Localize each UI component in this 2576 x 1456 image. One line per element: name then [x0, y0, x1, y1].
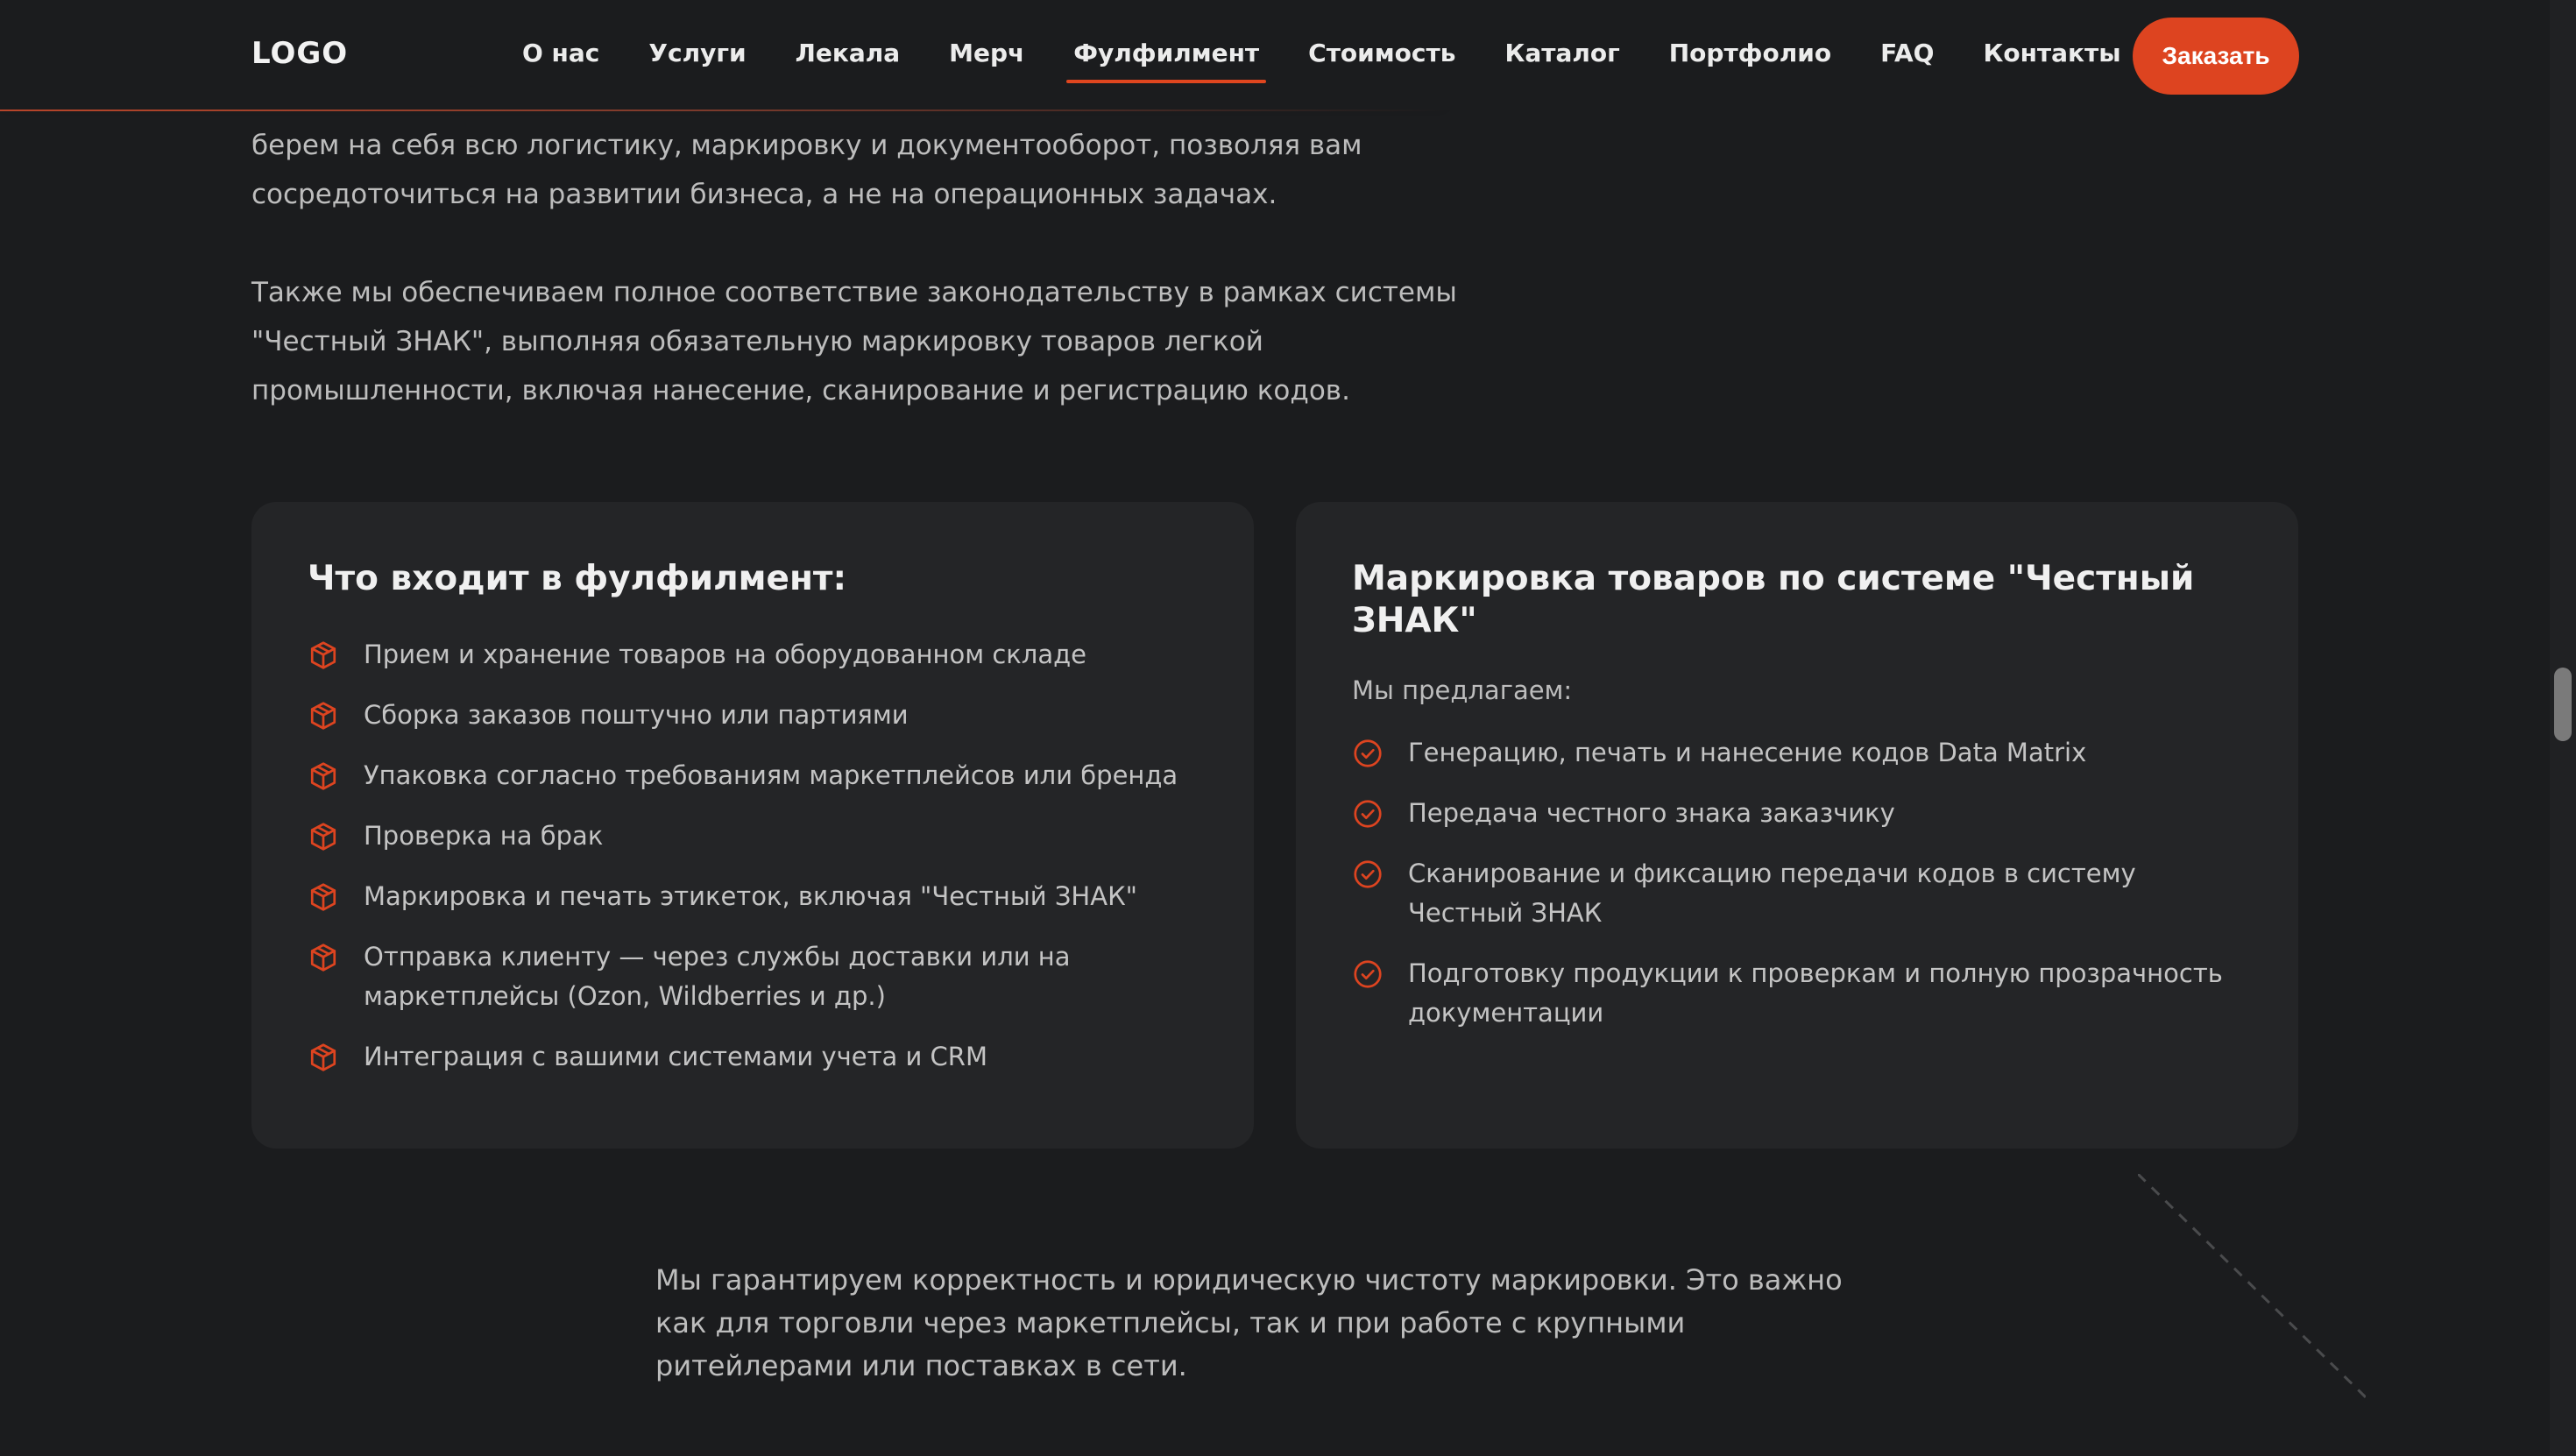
main-nav: О нас Услуги Лекала Мерч Фулфилмент Стои… [522, 39, 2170, 83]
list-item-text: Сборка заказов поштучно или партиями [364, 700, 909, 730]
order-button[interactable]: Заказать [2133, 18, 2299, 95]
check-circle-icon [1354, 860, 1382, 888]
list-item: Проверка на брак [308, 816, 1198, 856]
nav-item-merch[interactable]: Мерч [949, 39, 1024, 67]
list-item: Интеграция с вашими системами учета и CR… [308, 1037, 1198, 1077]
marking-list: Генерацию, печать и нанесение кодов Data… [1352, 733, 2242, 1033]
marking-card: Маркировка товаров по системе "Честный З… [1296, 502, 2298, 1149]
nav-item-about[interactable]: О нас [522, 39, 599, 67]
nav-item-patterns[interactable]: Лекала [796, 39, 901, 67]
check-circle-icon [1354, 739, 1382, 767]
fulfillment-list: Прием и хранение товаров на оборудованно… [308, 635, 1198, 1077]
marking-card-subtitle: Мы предлагаем: [1352, 675, 1573, 705]
list-item: Прием и хранение товаров на оборудованно… [308, 635, 1198, 675]
package-icon [310, 1043, 336, 1071]
list-item-text: Отправка клиенту — через службы доставки… [364, 942, 1071, 1011]
intro-paragraph-2: Также мы обеспечиваем полное соответстви… [251, 277, 1457, 406]
check-circle-icon [1354, 960, 1382, 988]
list-item-text: Прием и хранение товаров на оборудованно… [364, 640, 1086, 669]
list-item: Отправка клиенту — через службы доставки… [308, 937, 1198, 1016]
nav-item-catalog[interactable]: Каталог [1504, 39, 1619, 67]
list-item-text: Сканирование и фиксацию передачи кодов в… [1408, 859, 2136, 928]
nav-item-faq[interactable]: FAQ [1880, 39, 1934, 67]
list-item: Сканирование и фиксацию передачи кодов в… [1352, 854, 2242, 933]
nav-item-pricing[interactable]: Стоимость [1308, 39, 1455, 67]
nav-item-portfolio[interactable]: Портфолио [1669, 39, 1831, 67]
list-item-text: Передача честного знака заказчику [1408, 798, 1895, 828]
page-scrollbar[interactable] [2550, 0, 2576, 1456]
list-item: Передача честного знака заказчику [1352, 794, 2242, 833]
nav-item-services[interactable]: Услуги [648, 39, 746, 67]
list-item: Маркировка и печать этикеток, включая "Ч… [308, 877, 1198, 916]
list-item: Генерацию, печать и нанесение кодов Data… [1352, 733, 2242, 773]
list-item-text: Маркировка и печать этикеток, включая "Ч… [364, 881, 1137, 911]
marking-card-title: Маркировка товаров по системе "Честный З… [1352, 559, 2195, 640]
package-icon [310, 702, 336, 730]
decorative-dashed-line [2138, 1174, 2366, 1399]
list-item-text: Проверка на брак [364, 821, 604, 851]
package-icon [310, 641, 336, 669]
list-item-text: Генерацию, печать и нанесение кодов Data… [1408, 738, 2087, 767]
package-icon [310, 762, 336, 790]
header-divider [0, 110, 1446, 111]
list-item-text: Интеграция с вашими системами учета и CR… [364, 1042, 987, 1071]
fulfillment-card-title: Что входит в фулфилмент: [308, 559, 847, 598]
list-item-text: Подготовку продукции к проверкам и полну… [1408, 958, 2223, 1028]
list-item: Сборка заказов поштучно или партиями [308, 696, 1198, 735]
package-icon [310, 823, 336, 851]
check-circle-icon [1354, 800, 1382, 828]
package-icon [310, 944, 336, 972]
page: LOGO О нас Услуги Лекала Мерч Фулфилмент… [0, 0, 2576, 1456]
guarantee-text: Мы гарантируем корректность и юридическу… [655, 1263, 1843, 1382]
list-item: Подготовку продукции к проверкам и полну… [1352, 954, 2242, 1033]
logo[interactable]: LOGO [251, 36, 348, 71]
nav-item-fulfillment[interactable]: Фулфилмент [1066, 39, 1267, 83]
package-icon [310, 883, 336, 911]
fulfillment-card: Что входит в фулфилмент: Прием и хранени… [251, 502, 1254, 1149]
nav-item-contacts[interactable]: Контакты [1983, 39, 2120, 67]
list-item-text: Упаковка согласно требованиям маркетплей… [364, 760, 1178, 790]
intro-text: берем на себя всю логистику, маркировку … [251, 121, 1496, 415]
list-item: Упаковка согласно требованиям маркетплей… [308, 756, 1198, 795]
intro-paragraph-1: берем на себя всю логистику, маркировку … [251, 130, 1362, 210]
scrollbar-thumb[interactable] [2554, 668, 2572, 741]
